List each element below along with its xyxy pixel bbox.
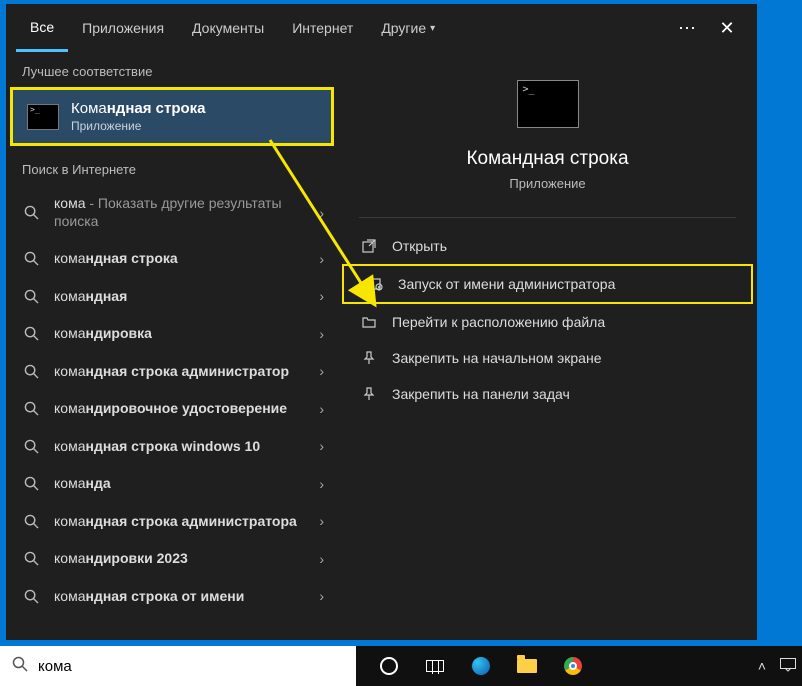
web-result-text: командировочное удостоверение bbox=[54, 400, 305, 418]
best-match-title: Командная строка bbox=[71, 100, 206, 117]
web-result-text: командная строка администратор bbox=[54, 363, 305, 381]
search-icon bbox=[22, 514, 40, 529]
web-result-item[interactable]: командировка › bbox=[6, 315, 338, 353]
tab-documents[interactable]: Документы bbox=[178, 4, 278, 52]
web-result-item[interactable]: командировочное удостоверение › bbox=[6, 390, 338, 428]
search-icon bbox=[22, 326, 40, 341]
web-result-text: командная строка windows 10 bbox=[54, 438, 305, 456]
action-admin[interactable]: Запуск от имени администратора bbox=[342, 264, 753, 304]
web-result-item[interactable]: командная строка windows 10 › bbox=[6, 428, 338, 466]
tab-more[interactable]: Другие▾ bbox=[367, 4, 449, 52]
action-label: Перейти к расположению файла bbox=[392, 314, 605, 330]
taskbar: ˄ bbox=[0, 646, 802, 686]
web-result-item[interactable]: командная › bbox=[6, 278, 338, 316]
search-icon bbox=[12, 656, 28, 677]
chevron-right-icon[interactable]: › bbox=[319, 513, 324, 529]
search-tabs: Все Приложения Документы Интернет Другие… bbox=[6, 4, 757, 52]
search-icon bbox=[22, 364, 40, 379]
tab-apps[interactable]: Приложения bbox=[68, 4, 178, 52]
section-best-match-label: Лучшее соответствие bbox=[6, 52, 338, 87]
action-label: Закрепить на панели задач bbox=[392, 386, 570, 402]
chevron-right-icon[interactable]: › bbox=[319, 288, 324, 304]
web-result-text: командная строка от имени bbox=[54, 588, 305, 606]
chevron-right-icon[interactable]: › bbox=[319, 476, 324, 492]
action-pin-start[interactable]: Закрепить на начальном экране bbox=[338, 340, 757, 376]
admin-icon bbox=[366, 276, 384, 292]
web-result-item[interactable]: командировки 2023 › bbox=[6, 540, 338, 578]
more-options-button[interactable]: ⋯ bbox=[667, 8, 707, 48]
web-result-item[interactable]: командная строка › bbox=[6, 240, 338, 278]
best-match-result[interactable]: Командная строка Приложение bbox=[10, 87, 334, 146]
start-search-panel: Все Приложения Документы Интернет Другие… bbox=[6, 4, 757, 640]
web-result-item[interactable]: команда › bbox=[6, 465, 338, 503]
search-icon bbox=[22, 289, 40, 304]
chrome-icon[interactable] bbox=[562, 655, 584, 677]
edge-icon[interactable] bbox=[470, 655, 492, 677]
preview-title: Командная строка bbox=[466, 148, 628, 170]
close-button[interactable]: ✕ bbox=[707, 8, 747, 48]
action-pin-task[interactable]: Закрепить на панели задач bbox=[338, 376, 757, 412]
task-view-icon[interactable] bbox=[424, 655, 446, 677]
system-tray[interactable]: ˄ bbox=[758, 646, 796, 686]
action-label: Открыть bbox=[392, 238, 447, 254]
web-result-text: командировки 2023 bbox=[54, 550, 305, 568]
action-open[interactable]: Открыть bbox=[338, 228, 757, 264]
tray-chevron-icon[interactable]: ˄ bbox=[758, 658, 766, 674]
chevron-right-icon[interactable]: › bbox=[319, 438, 324, 454]
results-column: Лучшее соответствие Командная строка При… bbox=[6, 52, 338, 640]
chevron-right-icon[interactable]: › bbox=[319, 551, 324, 567]
search-icon bbox=[22, 401, 40, 416]
section-web-label: Поиск в Интернете bbox=[6, 150, 338, 185]
action-center-icon[interactable] bbox=[780, 658, 796, 675]
action-location[interactable]: Перейти к расположению файла bbox=[338, 304, 757, 340]
open-icon bbox=[360, 238, 378, 254]
action-label: Запуск от имени администратора bbox=[398, 276, 615, 292]
search-icon bbox=[22, 205, 40, 220]
caret-down-icon: ▾ bbox=[430, 23, 435, 34]
location-icon bbox=[360, 314, 378, 330]
search-icon bbox=[22, 476, 40, 491]
file-explorer-icon[interactable] bbox=[516, 655, 538, 677]
preview-app-icon bbox=[517, 80, 579, 128]
preview-column: Командная строка Приложение Открыть Запус… bbox=[338, 52, 757, 640]
action-label: Закрепить на начальном экране bbox=[392, 350, 602, 366]
pin-start-icon bbox=[360, 350, 378, 366]
search-icon bbox=[22, 251, 40, 266]
web-result-text: кома - Показать другие результаты поиска bbox=[54, 195, 305, 230]
web-result-item[interactable]: командная строка администратора › bbox=[6, 503, 338, 541]
search-icon bbox=[22, 589, 40, 604]
search-icon bbox=[22, 551, 40, 566]
cmd-icon bbox=[27, 104, 59, 130]
web-result-text: команда bbox=[54, 475, 305, 493]
cortana-icon[interactable] bbox=[378, 655, 400, 677]
web-result-text: командировка bbox=[54, 325, 305, 343]
tab-all[interactable]: Все bbox=[16, 4, 68, 52]
web-results-list: кома - Показать другие результаты поиска… bbox=[6, 185, 338, 615]
chevron-right-icon[interactable]: › bbox=[319, 326, 324, 342]
taskbar-icons bbox=[356, 655, 584, 677]
web-result-item[interactable]: кома - Показать другие результаты поиска… bbox=[6, 185, 338, 240]
search-icon bbox=[22, 439, 40, 454]
web-result-item[interactable]: командная строка от имени › bbox=[6, 578, 338, 616]
chevron-right-icon[interactable]: › bbox=[319, 205, 324, 221]
chevron-right-icon[interactable]: › bbox=[319, 363, 324, 379]
preview-subtitle: Приложение bbox=[509, 176, 585, 191]
chevron-right-icon[interactable]: › bbox=[319, 251, 324, 267]
search-input[interactable] bbox=[38, 658, 344, 675]
preview-actions: Открыть Запуск от имени администратора Пер… bbox=[338, 218, 757, 412]
chevron-right-icon[interactable]: › bbox=[319, 588, 324, 604]
chevron-right-icon[interactable]: › bbox=[319, 401, 324, 417]
pin-task-icon bbox=[360, 386, 378, 402]
web-result-text: командная bbox=[54, 288, 305, 306]
web-result-item[interactable]: командная строка администратор › bbox=[6, 353, 338, 391]
web-result-text: командная строка bbox=[54, 250, 305, 268]
tab-web[interactable]: Интернет bbox=[278, 4, 367, 52]
web-result-text: командная строка администратора bbox=[54, 513, 305, 531]
taskbar-search-box[interactable] bbox=[0, 646, 356, 686]
best-match-subtitle: Приложение bbox=[71, 119, 206, 133]
